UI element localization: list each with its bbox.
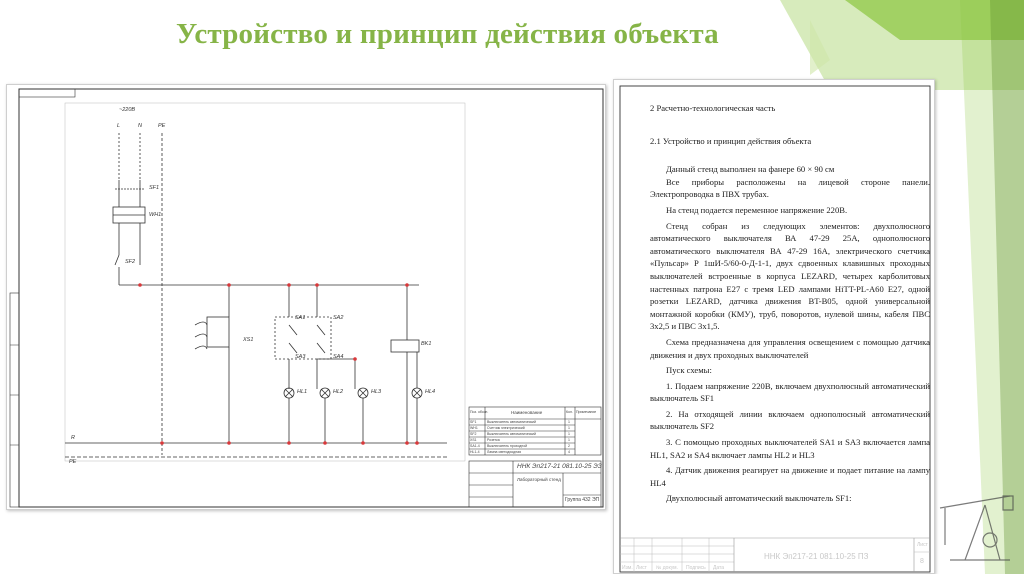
lamp-label-hl3: HL3 bbox=[371, 389, 382, 395]
spec-row-qty: 1 bbox=[568, 432, 570, 436]
stamp-label-izm: Изм. bbox=[622, 565, 633, 571]
sheet-label: Лист bbox=[917, 542, 928, 548]
phase-label-l: L bbox=[117, 123, 121, 129]
spec-header-note: Примечание bbox=[576, 410, 597, 414]
paragraph: 1. Подаем напряжение 220В, включаем двух… bbox=[650, 380, 930, 404]
bus-label-pe: PE bbox=[69, 459, 77, 465]
lamp-label-hl4: HL4 bbox=[425, 389, 436, 395]
lamp-label-hl2: HL2 bbox=[333, 389, 344, 395]
spec-row-pos: HL1-4 bbox=[470, 450, 480, 454]
spec-row-name: Выключатель автоматический bbox=[487, 420, 536, 424]
switch-label-sa4: SA4 bbox=[333, 354, 344, 360]
spec-row-qty: 2 bbox=[568, 444, 570, 448]
breaker-label-sf2: SF2 bbox=[125, 259, 136, 265]
spec-row-qty: 1 bbox=[568, 426, 570, 430]
spec-row-name: Выключатель проходной bbox=[487, 444, 528, 448]
spec-row-pos: WH1 bbox=[470, 426, 478, 430]
stamp-label-list: Лист bbox=[636, 565, 647, 571]
paragraph: Все приборы расположены на лицевой сторо… bbox=[650, 176, 930, 200]
schematic-stamp-code: ННК Эп217-21 081.10-25 ЭЗ bbox=[517, 463, 602, 470]
bus-label-r: R bbox=[71, 435, 75, 441]
paragraph: Двухполюсный автоматический выключатель … bbox=[666, 493, 852, 504]
switch-label-sa3: SA3 bbox=[295, 354, 306, 360]
schematic-sheet: ~220В L N PE SF1 WH1 SF2 XS1 SA1 SA2 SA3… bbox=[6, 84, 606, 510]
phase-label-pe: PE bbox=[158, 123, 166, 129]
document-body: 2 Расчетно-технологическая часть 2.1 Уст… bbox=[650, 102, 930, 505]
supply-label: ~220В bbox=[119, 107, 136, 113]
spec-row-qty: 4 bbox=[568, 450, 570, 454]
slide-title: Устройство и принцип действия объекта bbox=[176, 18, 719, 50]
spec-row-name: Розетка bbox=[487, 438, 500, 442]
switch-label-sa2: SA2 bbox=[333, 315, 344, 321]
spec-row-name: Счетчик электрический bbox=[487, 426, 525, 430]
paragraph: Данный стенд выполнен на фанере 60 × 90 … bbox=[666, 164, 835, 175]
sensor-label: BK1 bbox=[421, 341, 432, 347]
spec-header-qty: Кол. bbox=[566, 410, 573, 414]
spec-header-pos: Поз. обозн. bbox=[470, 410, 489, 414]
spec-header-name: Наименование bbox=[511, 410, 543, 415]
breaker-label-sf1: SF1 bbox=[149, 185, 160, 191]
lamp-label-hl1: HL1 bbox=[297, 389, 308, 395]
connector-label: XS1 bbox=[243, 337, 254, 343]
paragraph: На стенд подается переменное напряжение … bbox=[666, 204, 848, 215]
spec-row-pos: SA1-4 bbox=[470, 444, 480, 448]
spec-row-qty: 1 bbox=[568, 438, 570, 442]
subsection-heading: 2.1 Устройство и принцип действия объект… bbox=[650, 135, 812, 146]
paragraph: 2. На отходящей линии включаем однополюс… bbox=[650, 408, 930, 432]
spec-row-name: Лампа светодиодная bbox=[487, 450, 521, 454]
spec-row-pos: SF1 bbox=[470, 420, 477, 424]
sheet-number: 8 bbox=[920, 558, 924, 565]
paragraph: 3. С помощью проходных выключателей SA1 … bbox=[650, 437, 930, 460]
section-heading: 2 Расчетно-технологическая часть bbox=[650, 103, 776, 113]
schematic-sheet-title: Лабораторный стенд bbox=[517, 477, 561, 482]
document-stamp-code: ННК Эп217-21 081.10-25 ПЗ bbox=[764, 552, 869, 561]
stamp-label-sign: Подпись bbox=[686, 565, 706, 571]
spec-row-qty: 1 bbox=[568, 420, 570, 424]
paragraph: Пуск схемы: bbox=[666, 365, 712, 376]
stamp-label-date: Дата bbox=[713, 565, 725, 571]
switch-label-sa1: SA1 bbox=[295, 315, 306, 321]
stamp-label-doc: № докум. bbox=[656, 565, 678, 571]
meter-label-wh1: WH1 bbox=[149, 212, 162, 218]
phase-label-n: N bbox=[138, 123, 142, 129]
spec-row-name: Выключатель автоматический bbox=[487, 432, 536, 436]
spec-row-pos: XS1 bbox=[470, 438, 477, 442]
paragraph: Стенд собран из следующих элементов: дву… bbox=[650, 220, 930, 332]
document-sheet: 2 Расчетно-технологическая часть 2.1 Уст… bbox=[613, 79, 935, 574]
paragraph: Схема предназначена для управления освещ… bbox=[650, 336, 930, 360]
schematic-group: Группа 432 ЭП bbox=[565, 497, 600, 503]
paragraph: 4. Датчик движения реагирует на движение… bbox=[650, 465, 930, 488]
spec-row-pos: SF2 bbox=[470, 432, 477, 436]
